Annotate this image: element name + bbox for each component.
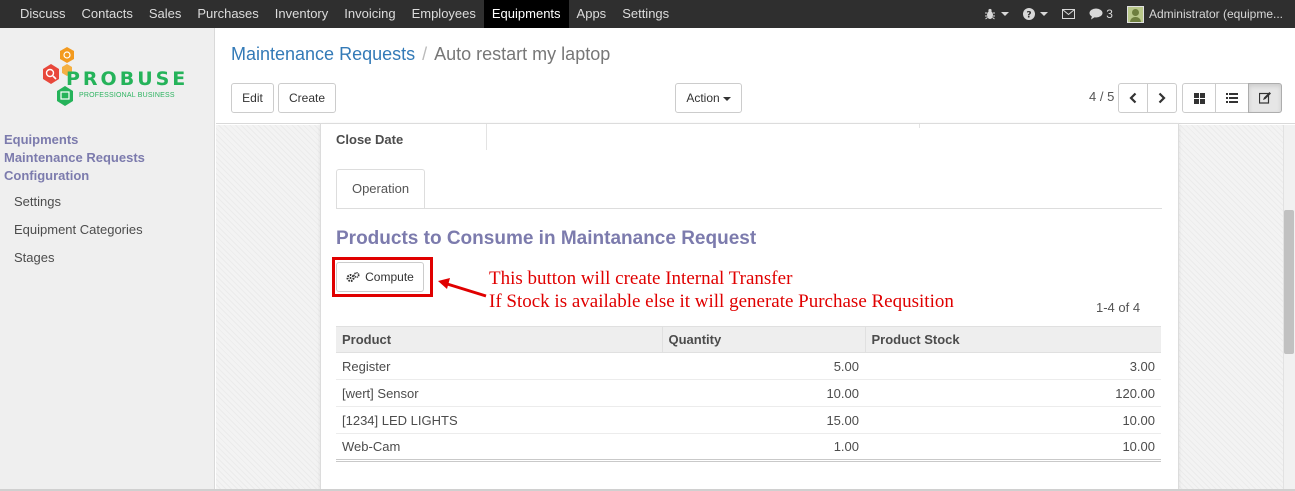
table-row[interactable]: Register 5.00 3.00 [336,352,1161,380]
edit-form-icon [1259,92,1271,104]
sidebar-section-configuration[interactable]: Configuration [4,168,89,183]
column-header-quantity[interactable]: Quantity [661,326,865,353]
form-view-button[interactable] [1248,83,1282,113]
chevron-left-icon [1129,92,1137,104]
cell-quantity: 15.00 [662,406,865,434]
sidebar: PROBUSE PROFESSIONAL BUSINESS Equipments… [0,28,215,491]
cell-product-stock: 120.00 [865,379,1161,407]
record-pager[interactable]: 4 / 5 [1089,89,1114,104]
annotation-arrow-icon [438,278,487,298]
pager-next-button[interactable] [1147,83,1177,113]
chevron-right-icon [1158,92,1166,104]
envelope-icon [1062,9,1076,19]
field-divider [919,124,920,128]
cell-quantity: 1.00 [662,433,865,462]
menu-settings[interactable]: Settings [614,0,677,28]
question-icon: ? [1023,8,1036,21]
top-navbar: Discuss Contacts Sales Purchases Invento… [0,0,1295,28]
table-row[interactable]: [1234] LED LIGHTS 15.00 10.00 [336,406,1161,434]
chevron-down-icon [1001,12,1010,16]
page-title: Auto restart my laptop [434,44,611,64]
kanban-icon [1193,92,1205,104]
breadcrumb-maintenance-requests[interactable]: Maintenance Requests [231,44,415,64]
pager-previous-button[interactable] [1118,83,1148,113]
sidebar-section-equipments[interactable]: Equipments [4,132,78,147]
mail-menu[interactable] [1055,0,1082,28]
cell-quantity: 5.00 [662,352,865,380]
sidebar-item-equipment-categories[interactable]: Equipment Categories [14,222,143,237]
bug-icon [985,8,996,20]
cell-product: [1234] LED LIGHTS [336,406,662,434]
column-header-product-stock[interactable]: Product Stock [864,326,1161,353]
edit-button[interactable]: Edit [231,83,274,113]
logo-tagline: PROFESSIONAL BUSINESS [79,92,175,99]
list-view-button[interactable] [1215,83,1249,113]
company-logo: PROBUSE PROFESSIONAL BUSINESS [38,44,185,116]
avatar [1126,5,1144,23]
table-header-row: Product Quantity Product Stock [336,326,1161,353]
table-row[interactable]: Web-Cam 1.00 10.00 [336,433,1161,462]
app-menu: Discuss Contacts Sales Purchases Invento… [12,0,677,28]
menu-equipments[interactable]: Equipments [483,0,569,28]
messages-count: 3 [1106,7,1113,21]
breadcrumb-separator: / [422,44,428,64]
control-panel: Maintenance Requests / Auto restart my lap… [216,28,1295,124]
table-row[interactable]: [wert] Sensor 10.00 120.00 [336,379,1161,407]
menu-sales[interactable]: Sales [141,0,190,28]
sidebar-item-stages[interactable]: Stages [14,250,54,265]
menu-inventory[interactable]: Inventory [267,0,336,28]
cell-product: Web-Cam [336,433,662,462]
annotation-line-2: If Stock is available else it will gener… [489,291,954,312]
user-menu[interactable]: Administrator (equipme... [1120,0,1295,28]
menu-discuss[interactable]: Discuss [12,0,74,28]
tab-operation[interactable]: Operation [336,169,425,209]
user-name: Administrator (equipme... [1148,7,1283,21]
tab-divider [336,208,1162,209]
sidebar-section-maintenance-requests[interactable]: Maintenance Requests [4,150,145,165]
kanban-view-button[interactable] [1182,83,1216,113]
cell-product-stock: 10.00 [865,406,1161,434]
list-icon [1226,93,1238,103]
scrollbar-thumb[interactable] [1284,210,1294,354]
sidebar-item-settings[interactable]: Settings [14,194,61,209]
annotation-highlight-box [332,257,433,297]
create-button[interactable]: Create [278,83,336,113]
messages-menu[interactable]: 3 [1082,0,1120,28]
cell-product-stock: 3.00 [865,352,1161,380]
field-divider [486,124,487,150]
logo-name: PROBUSE [66,68,189,90]
products-table: Product Quantity Product Stock Register … [336,326,1161,462]
menu-purchases[interactable]: Purchases [189,0,266,28]
close-date-label: Close Date [336,132,404,147]
menu-employees[interactable]: Employees [404,0,484,28]
menu-invoicing[interactable]: Invoicing [336,0,403,28]
svg-text:?: ? [1027,11,1032,21]
debug-menu[interactable] [977,0,1016,28]
list-pager: 1-4 of 4 [1096,300,1141,315]
help-menu[interactable]: ? [1016,0,1055,28]
action-label: Action [686,91,720,105]
cell-product: Register [336,352,662,380]
menu-apps[interactable]: Apps [569,0,615,28]
comments-icon [1089,8,1103,20]
chevron-down-icon [722,96,731,101]
menu-contacts[interactable]: Contacts [74,0,141,28]
cell-product-stock: 10.00 [865,433,1161,462]
systray: ? 3 Administrator (equipme... [977,0,1295,28]
cell-quantity: 10.00 [662,379,865,407]
cell-product: [wert] Sensor [336,379,662,407]
column-header-product[interactable]: Product [336,326,662,353]
action-dropdown[interactable]: Action [675,83,742,113]
annotation-line-1: This button will create Internal Transfe… [489,268,793,289]
section-title: Products to Consume in Maintanance Reque… [336,228,757,249]
breadcrumb: Maintenance Requests / Auto restart my lap… [231,44,610,65]
chevron-down-icon [1040,12,1049,16]
